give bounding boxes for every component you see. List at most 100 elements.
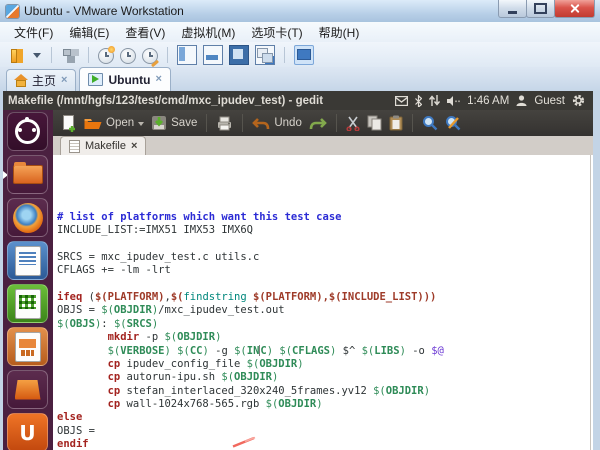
launcher-item-libreoffice-calc[interactable] xyxy=(7,284,48,323)
tab-ubuntu-close-icon[interactable]: × xyxy=(155,74,161,85)
menu-help[interactable]: 帮助(H) xyxy=(311,22,368,43)
toolbar-separator xyxy=(206,114,207,132)
document-icon xyxy=(69,140,80,153)
gedit-tab-makefile[interactable]: Makefile × xyxy=(60,136,146,155)
console-view-icon[interactable] xyxy=(203,45,223,65)
unity-mode-icon[interactable] xyxy=(255,45,275,65)
vmware-toolbar xyxy=(0,42,600,68)
code-line[interactable]: endif xyxy=(57,438,593,450)
code-line[interactable]: OBJS = xyxy=(57,425,593,438)
copy-icon[interactable] xyxy=(367,115,382,131)
tab-ubuntu[interactable]: Ubuntu × xyxy=(79,67,170,91)
redo-icon[interactable] xyxy=(309,117,327,130)
launcher-item-ubuntu-one[interactable] xyxy=(7,413,48,450)
panel-toggle-icon[interactable] xyxy=(177,45,197,65)
menu-edit[interactable]: 编辑(E) xyxy=(61,22,117,43)
code-line[interactable] xyxy=(57,278,593,291)
close-button[interactable] xyxy=(554,0,595,18)
menu-view[interactable]: 查看(V) xyxy=(117,22,173,43)
gedit-tab-bar: Makefile × xyxy=(53,136,593,156)
tab-home[interactable]: 主页 × xyxy=(6,69,76,91)
launcher-item-libreoffice-impress[interactable] xyxy=(7,327,48,366)
gedit-window-title: Makefile (/mnt/hgfs/123/test/cmd/mxc_ipu… xyxy=(8,95,323,107)
code-line[interactable]: $(VERBOSE) $(CC) -g $(INC) $(CFLAGS) $^ … xyxy=(57,345,593,358)
unity-launcher xyxy=(3,110,53,450)
code-line[interactable]: # list of platforms which want this test… xyxy=(57,211,593,224)
code-line[interactable]: ifeq ($(PLATFORM),$(findstring $(PLATFOR… xyxy=(57,291,593,304)
snapshot-manager-icon[interactable] xyxy=(142,48,158,64)
save-icon xyxy=(151,115,167,131)
new-document-icon[interactable] xyxy=(62,115,77,132)
cut-icon[interactable] xyxy=(346,116,360,131)
fullscreen-icon[interactable] xyxy=(229,45,249,65)
ubuntu-screen: Makefile (/mnt/hgfs/123/test/cmd/mxc_ipu… xyxy=(3,91,593,450)
code-line[interactable]: $(OBJS): $(SRCS) xyxy=(57,318,593,331)
launcher-item-software-center[interactable] xyxy=(7,370,48,409)
open-button-label: Open xyxy=(106,117,134,129)
save-button-label: Save xyxy=(171,117,197,129)
snapshot-revert-icon[interactable] xyxy=(120,48,136,64)
software-center-icon xyxy=(15,380,41,400)
print-icon[interactable] xyxy=(216,116,233,131)
minimize-button[interactable] xyxy=(498,0,527,18)
snapshot-take-icon[interactable] xyxy=(98,48,114,64)
gedit-tab-close-icon[interactable]: × xyxy=(131,141,137,152)
code-line[interactable]: SRCS = mxc_ipudev_test.c utils.c xyxy=(57,251,593,264)
bluetooth-icon[interactable] xyxy=(415,95,422,107)
toolbar-separator xyxy=(51,47,52,63)
search-replace-icon[interactable] xyxy=(445,115,462,131)
launcher-item-firefox[interactable] xyxy=(7,198,48,237)
undo-button-label: Undo xyxy=(274,117,302,129)
tab-home-label: 主页 xyxy=(32,72,56,89)
mail-icon[interactable] xyxy=(395,96,408,106)
gear-icon[interactable] xyxy=(572,94,585,107)
menu-bar: 文件(F)编辑(E)查看(V)虚拟机(M)选项卡(T)帮助(H) xyxy=(0,22,600,42)
undo-button[interactable]: Undo xyxy=(252,117,302,130)
toolbar-separator xyxy=(167,47,168,63)
toolbar-separator xyxy=(412,114,413,132)
vmware-app-icon xyxy=(6,5,19,18)
clock-indicator[interactable]: 1:46 AM xyxy=(467,95,509,107)
window-titlebar[interactable]: Ubuntu - VMware Workstation xyxy=(0,0,600,23)
save-button[interactable]: Save xyxy=(151,115,197,131)
code-line[interactable]: cp autorun-ipu.sh $(OBJDIR) xyxy=(57,371,593,384)
console-active-icon[interactable] xyxy=(294,45,314,65)
vm-tab-strip: 主页 × Ubuntu × xyxy=(0,67,600,91)
menu-vm[interactable]: 虚拟机(M) xyxy=(173,22,243,43)
gedit-text-area[interactable]: # list of platforms which want this test… xyxy=(53,155,593,450)
gedit-toolbar: Open Save Undo xyxy=(53,110,593,136)
paste-icon[interactable] xyxy=(389,115,403,131)
launcher-item-ubuntu-dash[interactable] xyxy=(7,112,48,151)
firefox-icon xyxy=(13,203,43,233)
menu-file[interactable]: 文件(F) xyxy=(6,22,61,43)
open-button[interactable]: Open xyxy=(84,116,144,130)
home-icon xyxy=(15,75,27,86)
code-line[interactable]: cp ipudev_config_file $(OBJDIR) xyxy=(57,358,593,371)
launcher-item-libreoffice-writer[interactable] xyxy=(7,241,48,280)
network-updown-icon[interactable] xyxy=(429,95,440,106)
code-line[interactable]: OBJS = $(OBJDIR)/mxc_ipudev_test.out xyxy=(57,304,593,317)
open-dropdown-caret-icon[interactable] xyxy=(138,122,144,129)
code-line[interactable]: else xyxy=(57,411,593,424)
code-line[interactable]: INCLUDE_LIST:=IMX51 IMX53 IMX6Q xyxy=(57,224,593,237)
network-icon[interactable] xyxy=(61,46,79,64)
code-line[interactable] xyxy=(57,237,593,250)
launcher-item-files[interactable] xyxy=(7,155,48,194)
code-line[interactable]: cp stefan_interlaced_320x240_5frames.yv1… xyxy=(57,385,593,398)
maximize-button[interactable] xyxy=(526,0,555,18)
files-icon xyxy=(13,165,43,184)
pause-icon[interactable] xyxy=(8,46,26,64)
search-icon[interactable] xyxy=(422,115,438,131)
close-icon xyxy=(569,3,580,14)
ubuntu-one-icon xyxy=(19,421,35,445)
toolbar-separator xyxy=(336,114,337,132)
code-line[interactable]: mkdir -p $(OBJDIR) xyxy=(57,331,593,344)
caret-icon[interactable] xyxy=(32,46,42,64)
volume-muted-icon[interactable] xyxy=(447,96,460,106)
session-user-indicator[interactable]: Guest xyxy=(534,95,565,107)
code-line[interactable]: cp wall-1024x768-565.rgb $(OBJDIR) xyxy=(57,398,593,411)
code-line[interactable]: CFLAGS += -lm -lrt xyxy=(57,264,593,277)
tab-home-close-icon[interactable]: × xyxy=(61,75,67,86)
menu-tabs[interactable]: 选项卡(T) xyxy=(243,22,310,43)
maximize-icon xyxy=(534,3,547,14)
